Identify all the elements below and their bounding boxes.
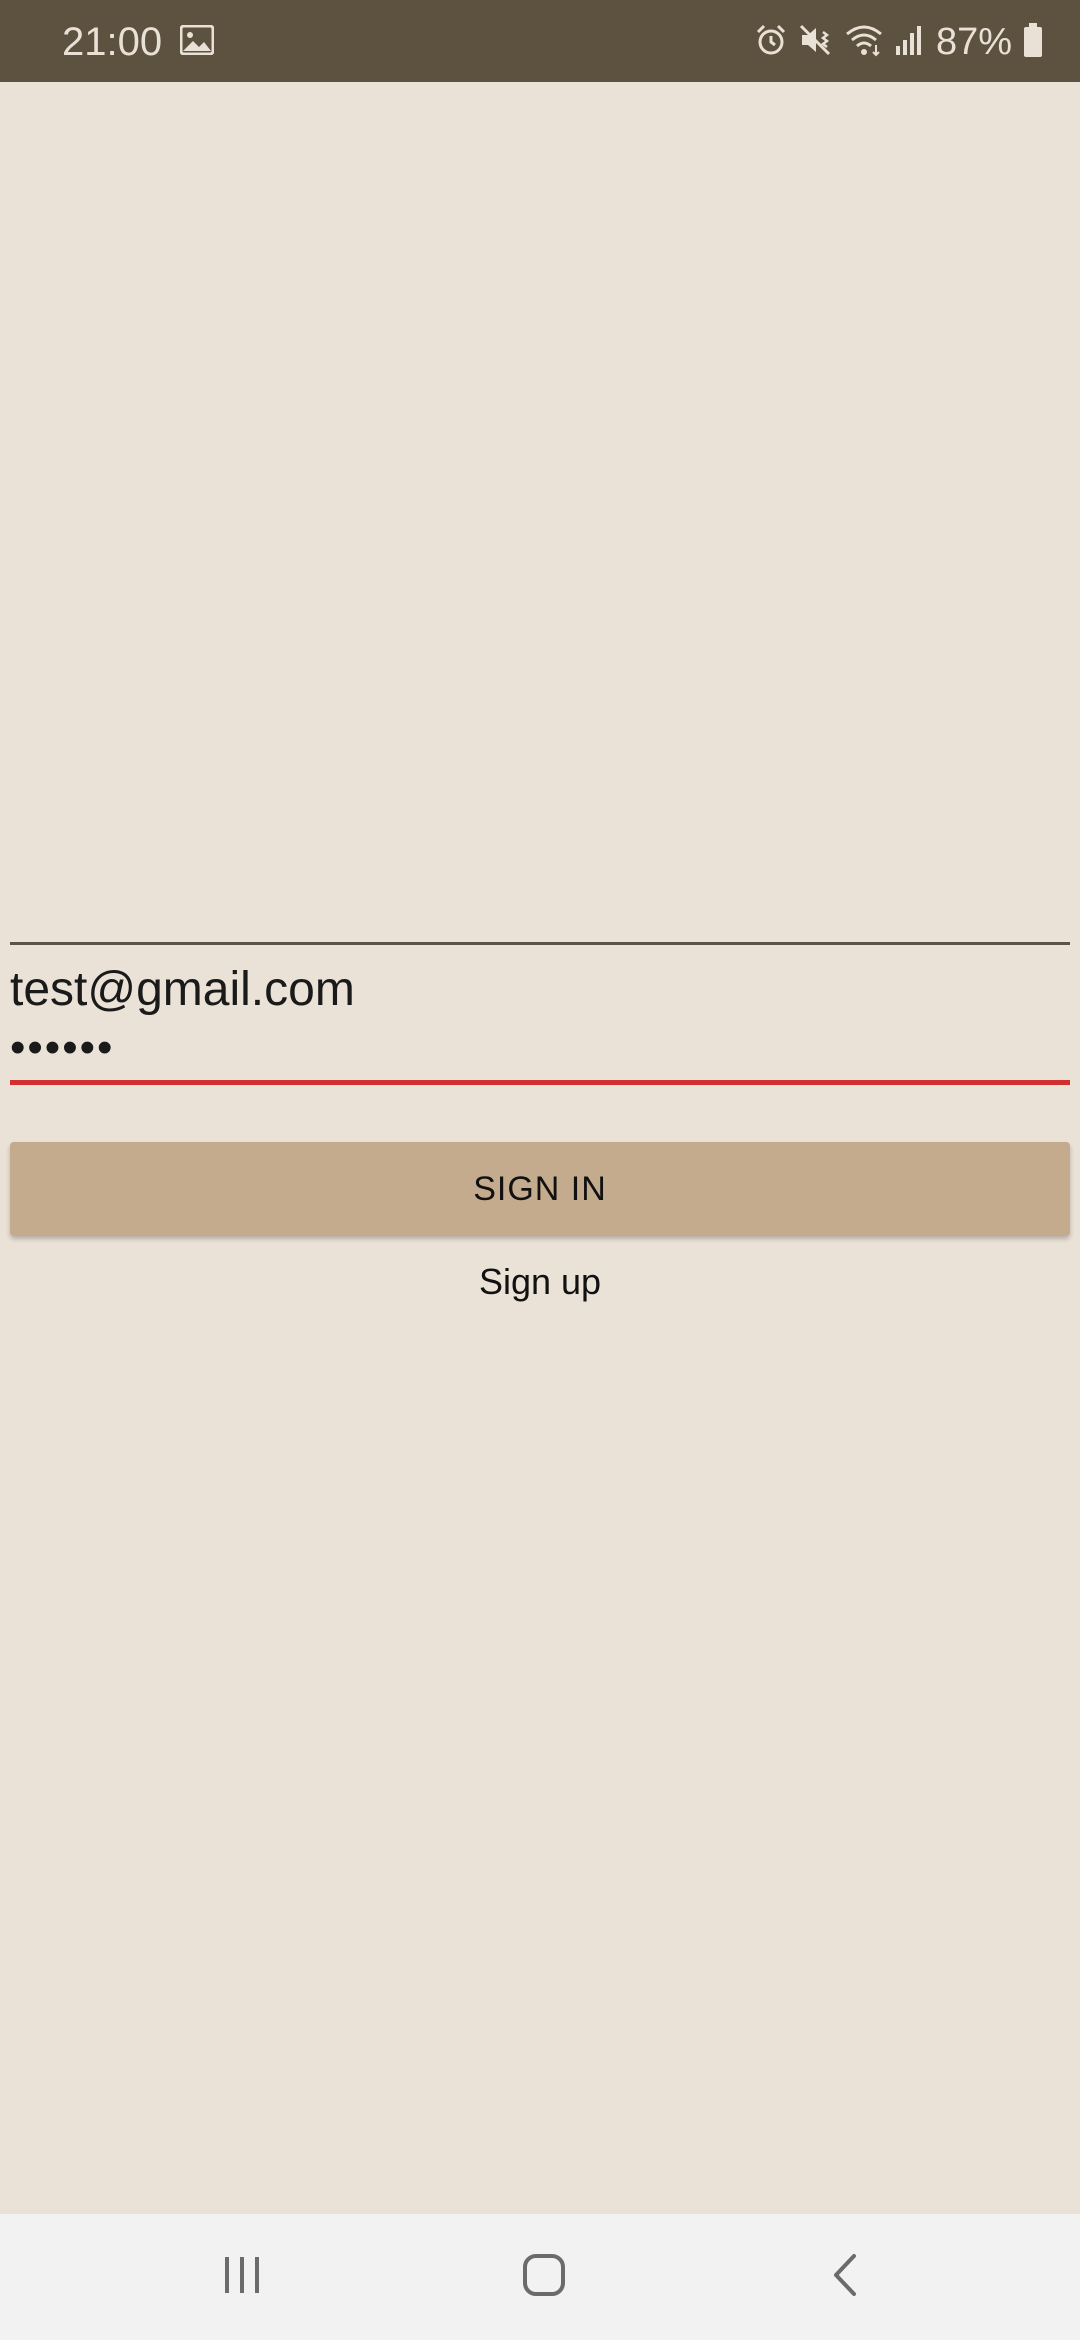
home-button[interactable]	[484, 2214, 604, 2340]
wifi-icon	[844, 23, 884, 62]
mute-vibrate-icon	[798, 23, 834, 62]
alarm-icon	[754, 23, 788, 62]
password-underline	[10, 1080, 1070, 1085]
back-button[interactable]	[786, 2214, 906, 2340]
back-icon	[826, 2252, 866, 2303]
signal-icon	[894, 24, 924, 61]
battery-icon	[1022, 22, 1044, 63]
recent-apps-icon	[220, 2253, 264, 2302]
gallery-icon	[179, 24, 215, 56]
status-bar: 21:00 87%	[0, 0, 1080, 82]
sign-up-link[interactable]: Sign up	[0, 1256, 1080, 1308]
email-field[interactable]: test@gmail.com	[10, 880, 1070, 1026]
email-value: test@gmail.com	[10, 963, 355, 1016]
email-underline	[10, 942, 1070, 945]
status-icons: 87%	[744, 18, 1044, 66]
sign-in-button[interactable]: SIGN IN	[10, 1142, 1070, 1236]
recent-apps-button[interactable]	[182, 2214, 302, 2340]
home-icon	[521, 2252, 567, 2303]
battery-percent: 87%	[935, 21, 1012, 63]
navigation-bar	[0, 2214, 1080, 2340]
status-time: 21:00	[62, 20, 163, 64]
password-field[interactable]: ••••••	[10, 1018, 114, 1078]
